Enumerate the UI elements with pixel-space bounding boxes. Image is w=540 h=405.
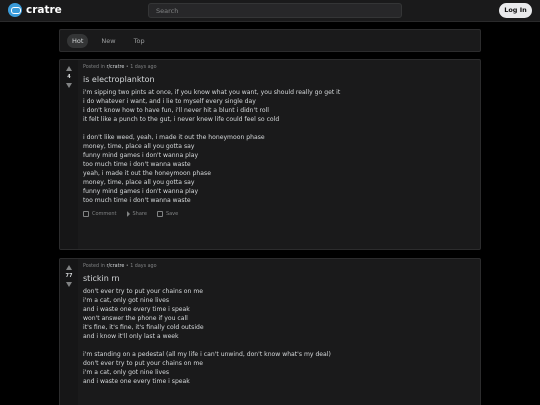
post-title[interactable]: is electroplankton (83, 75, 474, 84)
post-subreddit-link[interactable]: r/cratre (106, 65, 124, 70)
bookmark-icon (156, 211, 163, 217)
post-body-line: don't ever try to put your chains on me (83, 360, 204, 367)
post-title[interactable]: stickin rn (83, 274, 474, 283)
post-body-line: i'm a cat, only got nine lives (83, 369, 170, 376)
post-body-line: i'm standing on a pedestal (all my life … (83, 351, 331, 358)
post-body-line: and i waste one every time i speak (83, 306, 190, 313)
post-age: • 1 days ago (124, 264, 157, 269)
post-body-line (83, 341, 474, 350)
post-body-line: i don't know how to have fun, i'll never… (83, 107, 270, 114)
vote-column: 4 (60, 60, 78, 249)
post-body-line: it felt like a punch to the gut, i never… (83, 116, 280, 123)
post-content: Posted in r/cratre • 1 days ago is elect… (83, 65, 474, 217)
post-body-line: too much time i don't wanna waste (83, 197, 191, 204)
post-body-line: funny mind games i don't wanna play (83, 188, 199, 195)
upvote-icon[interactable] (66, 265, 72, 270)
post-body-line (83, 124, 474, 133)
post-score: 77 (65, 273, 73, 279)
post-body-line: and i waste one every time i speak (83, 378, 190, 385)
top-navigation-bar: cratre Search Log In (0, 0, 540, 22)
post-meta: Posted in r/cratre • 1 days ago (83, 264, 474, 269)
post-body-line: money, time, place all you gotta say (83, 179, 195, 186)
post-body: don't ever try to put your chains on me … (83, 287, 474, 386)
sort-bar: Hot New Top (59, 29, 481, 52)
save-label: Save (165, 211, 179, 217)
post-body-line: funny mind games i don't wanna play (83, 152, 199, 159)
comment-button[interactable]: Comment (83, 211, 117, 217)
brand-name: cratre (26, 4, 62, 16)
downvote-icon[interactable] (66, 83, 72, 88)
post-body-line: i don't like weed, yeah, i made it out t… (83, 134, 265, 141)
upvote-icon[interactable] (66, 66, 72, 71)
share-icon (126, 211, 130, 217)
post-body-line: money, time, place all you gotta say (83, 143, 195, 150)
post-card[interactable]: 4 Posted in r/cratre • 1 days ago is ele… (59, 59, 481, 250)
post-body-line: don't ever try to put your chains on me (83, 288, 204, 295)
comment-label: Comment (92, 211, 117, 217)
post-body-line: too much time i don't wanna waste (83, 161, 191, 168)
post-meta: Posted in r/cratre • 1 days ago (83, 65, 474, 70)
post-meta-prefix: Posted in (83, 264, 107, 269)
post-meta-prefix: Posted in (83, 65, 107, 70)
post-body-line: i'm a cat, only got nine lives (83, 297, 170, 304)
brand-logo-icon (8, 3, 22, 17)
vote-column: 77 (60, 259, 78, 405)
post-body-line: yeah, i made it out the honeymoon phase (83, 170, 211, 177)
post-score: 4 (67, 74, 71, 80)
post-subreddit-link[interactable]: r/cratre (106, 264, 124, 269)
search-input[interactable]: Search (148, 3, 402, 18)
post-body-line: it's fine, it's fine, it's finally cold … (83, 324, 204, 331)
post-body: i'm sipping two pints at once, if you kn… (83, 88, 474, 205)
sort-tab-top[interactable]: Top (129, 34, 150, 48)
post-age: • 1 days ago (124, 65, 157, 70)
post-body-line: and i know it'll only last a week (83, 333, 179, 340)
post-actions: Comment Share Save (83, 211, 474, 217)
share-label: Share (132, 211, 147, 217)
brand-logo[interactable]: cratre (8, 3, 62, 17)
downvote-icon[interactable] (66, 282, 72, 287)
save-button[interactable]: Save (156, 211, 179, 217)
post-card[interactable]: 77 Posted in r/cratre • 1 days ago stick… (59, 258, 481, 405)
share-button[interactable]: Share (126, 211, 147, 217)
post-content: Posted in r/cratre • 1 days ago stickin … (83, 264, 474, 386)
post-body-line: i do whatever i want, and i lie to mysel… (83, 98, 256, 105)
login-button[interactable]: Log In (499, 3, 532, 18)
sort-tab-hot[interactable]: Hot (67, 33, 89, 48)
comment-icon (83, 211, 89, 217)
sort-tab-new[interactable]: New (96, 34, 120, 48)
post-body-line: i'm sipping two pints at once, if you kn… (83, 89, 341, 96)
post-body-line: won't answer the phone if you call (83, 315, 188, 322)
